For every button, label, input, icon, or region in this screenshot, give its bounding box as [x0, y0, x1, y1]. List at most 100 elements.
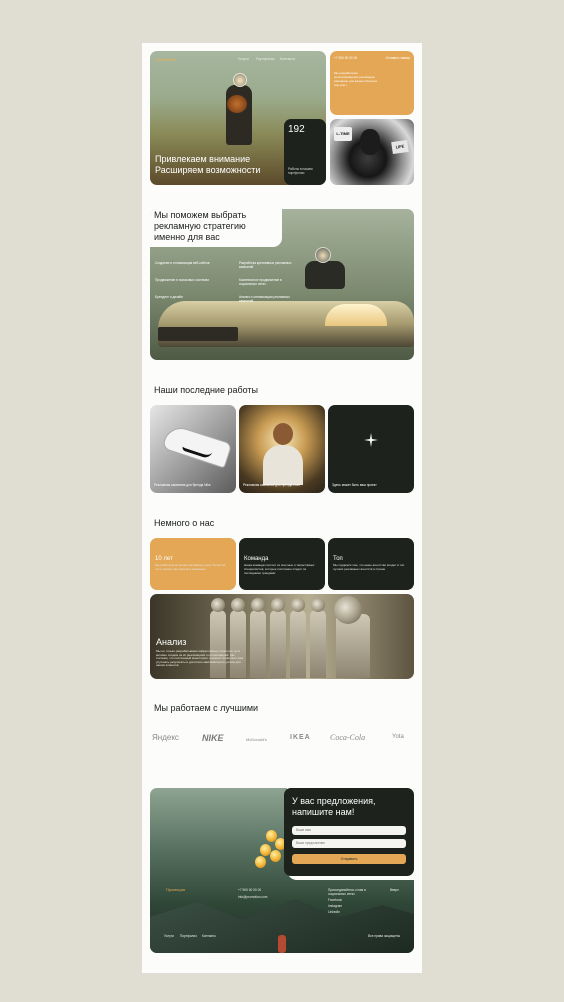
contact-card: +7 900 00 00 00 Оставить заявку Мы разра…: [330, 51, 414, 115]
balloon: [255, 856, 266, 868]
about-card-desc: Мы гордимся тем, что наше агентство вход…: [333, 563, 405, 571]
astronaut-suit-front: [336, 614, 370, 678]
astronaut-suit: [270, 610, 286, 678]
work-caption: Здесь может быть ваш проект: [332, 483, 377, 487]
strategy-title-line-3: именно для вас: [154, 232, 220, 242]
footer-link-instagram[interactable]: Instagram: [328, 904, 342, 908]
hero-title: Привлекаем внимание Расширяем возможност…: [155, 154, 260, 176]
photo-sticker: L-TIME: [334, 127, 352, 141]
footer-social-heading: Присоединяйтесь к нам в социальных сетях: [328, 888, 366, 897]
hero-logo[interactable]: Промоция: [155, 57, 176, 62]
astronaut-suit: [290, 610, 306, 678]
yandex-logo: Яндекс: [152, 733, 179, 742]
nike-logo: NIKE: [202, 733, 224, 743]
work-caption: Рекламная кампания для бренда Nike: [154, 483, 211, 487]
contact-phone[interactable]: +7 900 00 00 00: [334, 56, 357, 60]
service-item: Комплексное продвижение в социальных сет…: [239, 278, 282, 286]
photo-sticker-2: LIFE: [391, 139, 409, 155]
footer-nav-portfolio[interactable]: Портфолио: [180, 934, 197, 938]
astronaut-helmet-front: [334, 596, 362, 624]
about-card-years: 10 лет Мы работаем на рынке рекламных ус…: [150, 538, 236, 590]
service-item: Анализ и оптимизация рекламных кампаний: [239, 295, 290, 303]
balloon: [270, 850, 281, 862]
nav-link-services[interactable]: Услуги: [238, 57, 249, 61]
partners-heading: Мы работаем с лучшими: [154, 703, 259, 713]
partner-logos: Яндекс NIKE McDonald's IKEA Coca-Cola Yo…: [150, 731, 414, 753]
work-card-love[interactable]: Рекламная кампания для бренда Love: [239, 405, 325, 493]
analysis-desc: Мы не только разрабатываем эффективные с…: [156, 649, 244, 668]
about-card-desc: Мы работаем на рынке рекламных услуг бол…: [155, 563, 226, 571]
portrait-head: [273, 423, 293, 445]
portfolio-count-card: 192 Работы в нашем портфолио: [284, 119, 326, 185]
footer-link-linkedin[interactable]: LinkedIn: [328, 910, 340, 914]
proposal-input[interactable]: [292, 839, 406, 848]
strategy-title: Мы поможем выбрать рекламную стратегию и…: [154, 210, 246, 243]
car-grille: [158, 327, 238, 341]
astronaut-helmet: [291, 598, 305, 612]
hero-title-line-2: Расширяем возможности: [155, 165, 261, 175]
proposal-form: У вас предложения, напишите нам! Отправи…: [284, 788, 414, 876]
about-card-title: 10 лет: [155, 556, 173, 562]
astronaut-helmet: [271, 598, 285, 612]
nav-link-contacts[interactable]: Контакты: [280, 57, 295, 61]
astronaut-helmet: [211, 598, 225, 612]
footer-email[interactable]: info@promotion.com: [238, 895, 267, 899]
about-card-title: Топ: [333, 556, 343, 562]
request-link[interactable]: Оставить заявку: [386, 56, 410, 60]
works-heading: Наши последние работы: [154, 385, 259, 395]
strategy-astronaut-helmet: [315, 247, 331, 263]
strategy-section: Мы поможем выбрать рекламную стратегию и…: [150, 209, 414, 360]
work-card-placeholder[interactable]: Здесь может быть ваш проект: [328, 405, 414, 493]
form-title: У вас предложения, напишите нам!: [292, 796, 376, 818]
portfolio-count-label: Работы в нашем портфолио: [288, 167, 313, 175]
footer-phone[interactable]: +7 900 00 00 00: [238, 888, 261, 892]
service-item: Разработка креативных рекламных кампаний: [239, 261, 292, 269]
submit-button[interactable]: Отправить: [292, 854, 406, 864]
service-item: Создание и оптимизация веб-сайтов: [155, 261, 210, 265]
form-title-line-2: напишите нам!: [292, 807, 355, 817]
analysis-title: Анализ: [156, 637, 187, 647]
portrait-shirt: [263, 445, 303, 485]
car-windshield-glow: [325, 304, 387, 326]
yota-logo: Yota: [392, 734, 404, 740]
sparkle-icon: [364, 433, 378, 447]
hero-astronaut-body: [226, 85, 252, 145]
back-to-top-link[interactable]: Вверх: [390, 888, 399, 892]
strategy-astronaut-body: [305, 261, 345, 289]
astronaut-suit: [310, 610, 326, 678]
work-card-nike[interactable]: Рекламная кампания для бренда Nike: [150, 405, 236, 493]
about-card-title: Команда: [244, 556, 269, 562]
astronaut-helmet: [231, 598, 245, 612]
footer-link-facebook[interactable]: Facebook: [328, 898, 342, 902]
cocacola-logo: Coca-Cola: [330, 733, 366, 742]
strategy-title-panel: Мы поможем выбрать рекламную стратегию и…: [150, 209, 282, 247]
work-caption: Рекламная кампания для бренда Love: [243, 483, 301, 487]
about-card-desc: Наша команда состоит из опытных и талант…: [244, 563, 315, 575]
footer-logo[interactable]: Промоция: [166, 887, 185, 892]
strategy-title-line-2: рекламную стратегию: [154, 221, 246, 231]
nav-link-portfolio[interactable]: Портфолио: [256, 57, 275, 61]
hero-title-line-1: Привлекаем внимание: [155, 154, 251, 164]
name-input[interactable]: [292, 826, 406, 835]
astronaut-suit: [250, 610, 266, 678]
hero-flower-bouquet: [227, 95, 247, 113]
about-card-team: Команда Наша команда состоит из опытных …: [239, 538, 325, 590]
child-figure: [278, 935, 286, 953]
strategy-title-line-1: Мы поможем выбрать: [154, 210, 247, 220]
footer-nav-services[interactable]: Услуги: [164, 934, 174, 938]
photo-person: [360, 129, 380, 155]
form-title-line-1: У вас предложения,: [292, 796, 376, 806]
ikea-logo: IKEA: [290, 734, 311, 741]
astronaut-helmet: [311, 598, 325, 612]
about-card-top: Топ Мы гордимся тем, что наше агентство …: [328, 538, 414, 590]
portfolio-count: 192: [288, 124, 305, 135]
bw-photo-card: L-TIME LIFE: [330, 119, 414, 185]
hero-astronaut-helmet: [233, 73, 247, 87]
about-heading: Немного о нас: [154, 518, 215, 528]
footer-rights: Все права защищены: [368, 934, 401, 938]
astronaut-helmet: [251, 598, 265, 612]
service-item: Брендинг и дизайн: [155, 295, 183, 299]
landing-page: Промоция Услуги Портфолио Контакты Привл…: [142, 43, 422, 973]
analysis-banner: Анализ Мы не только разрабатываем эффект…: [150, 594, 414, 679]
footer-nav-contacts[interactable]: Контакты: [202, 934, 216, 938]
